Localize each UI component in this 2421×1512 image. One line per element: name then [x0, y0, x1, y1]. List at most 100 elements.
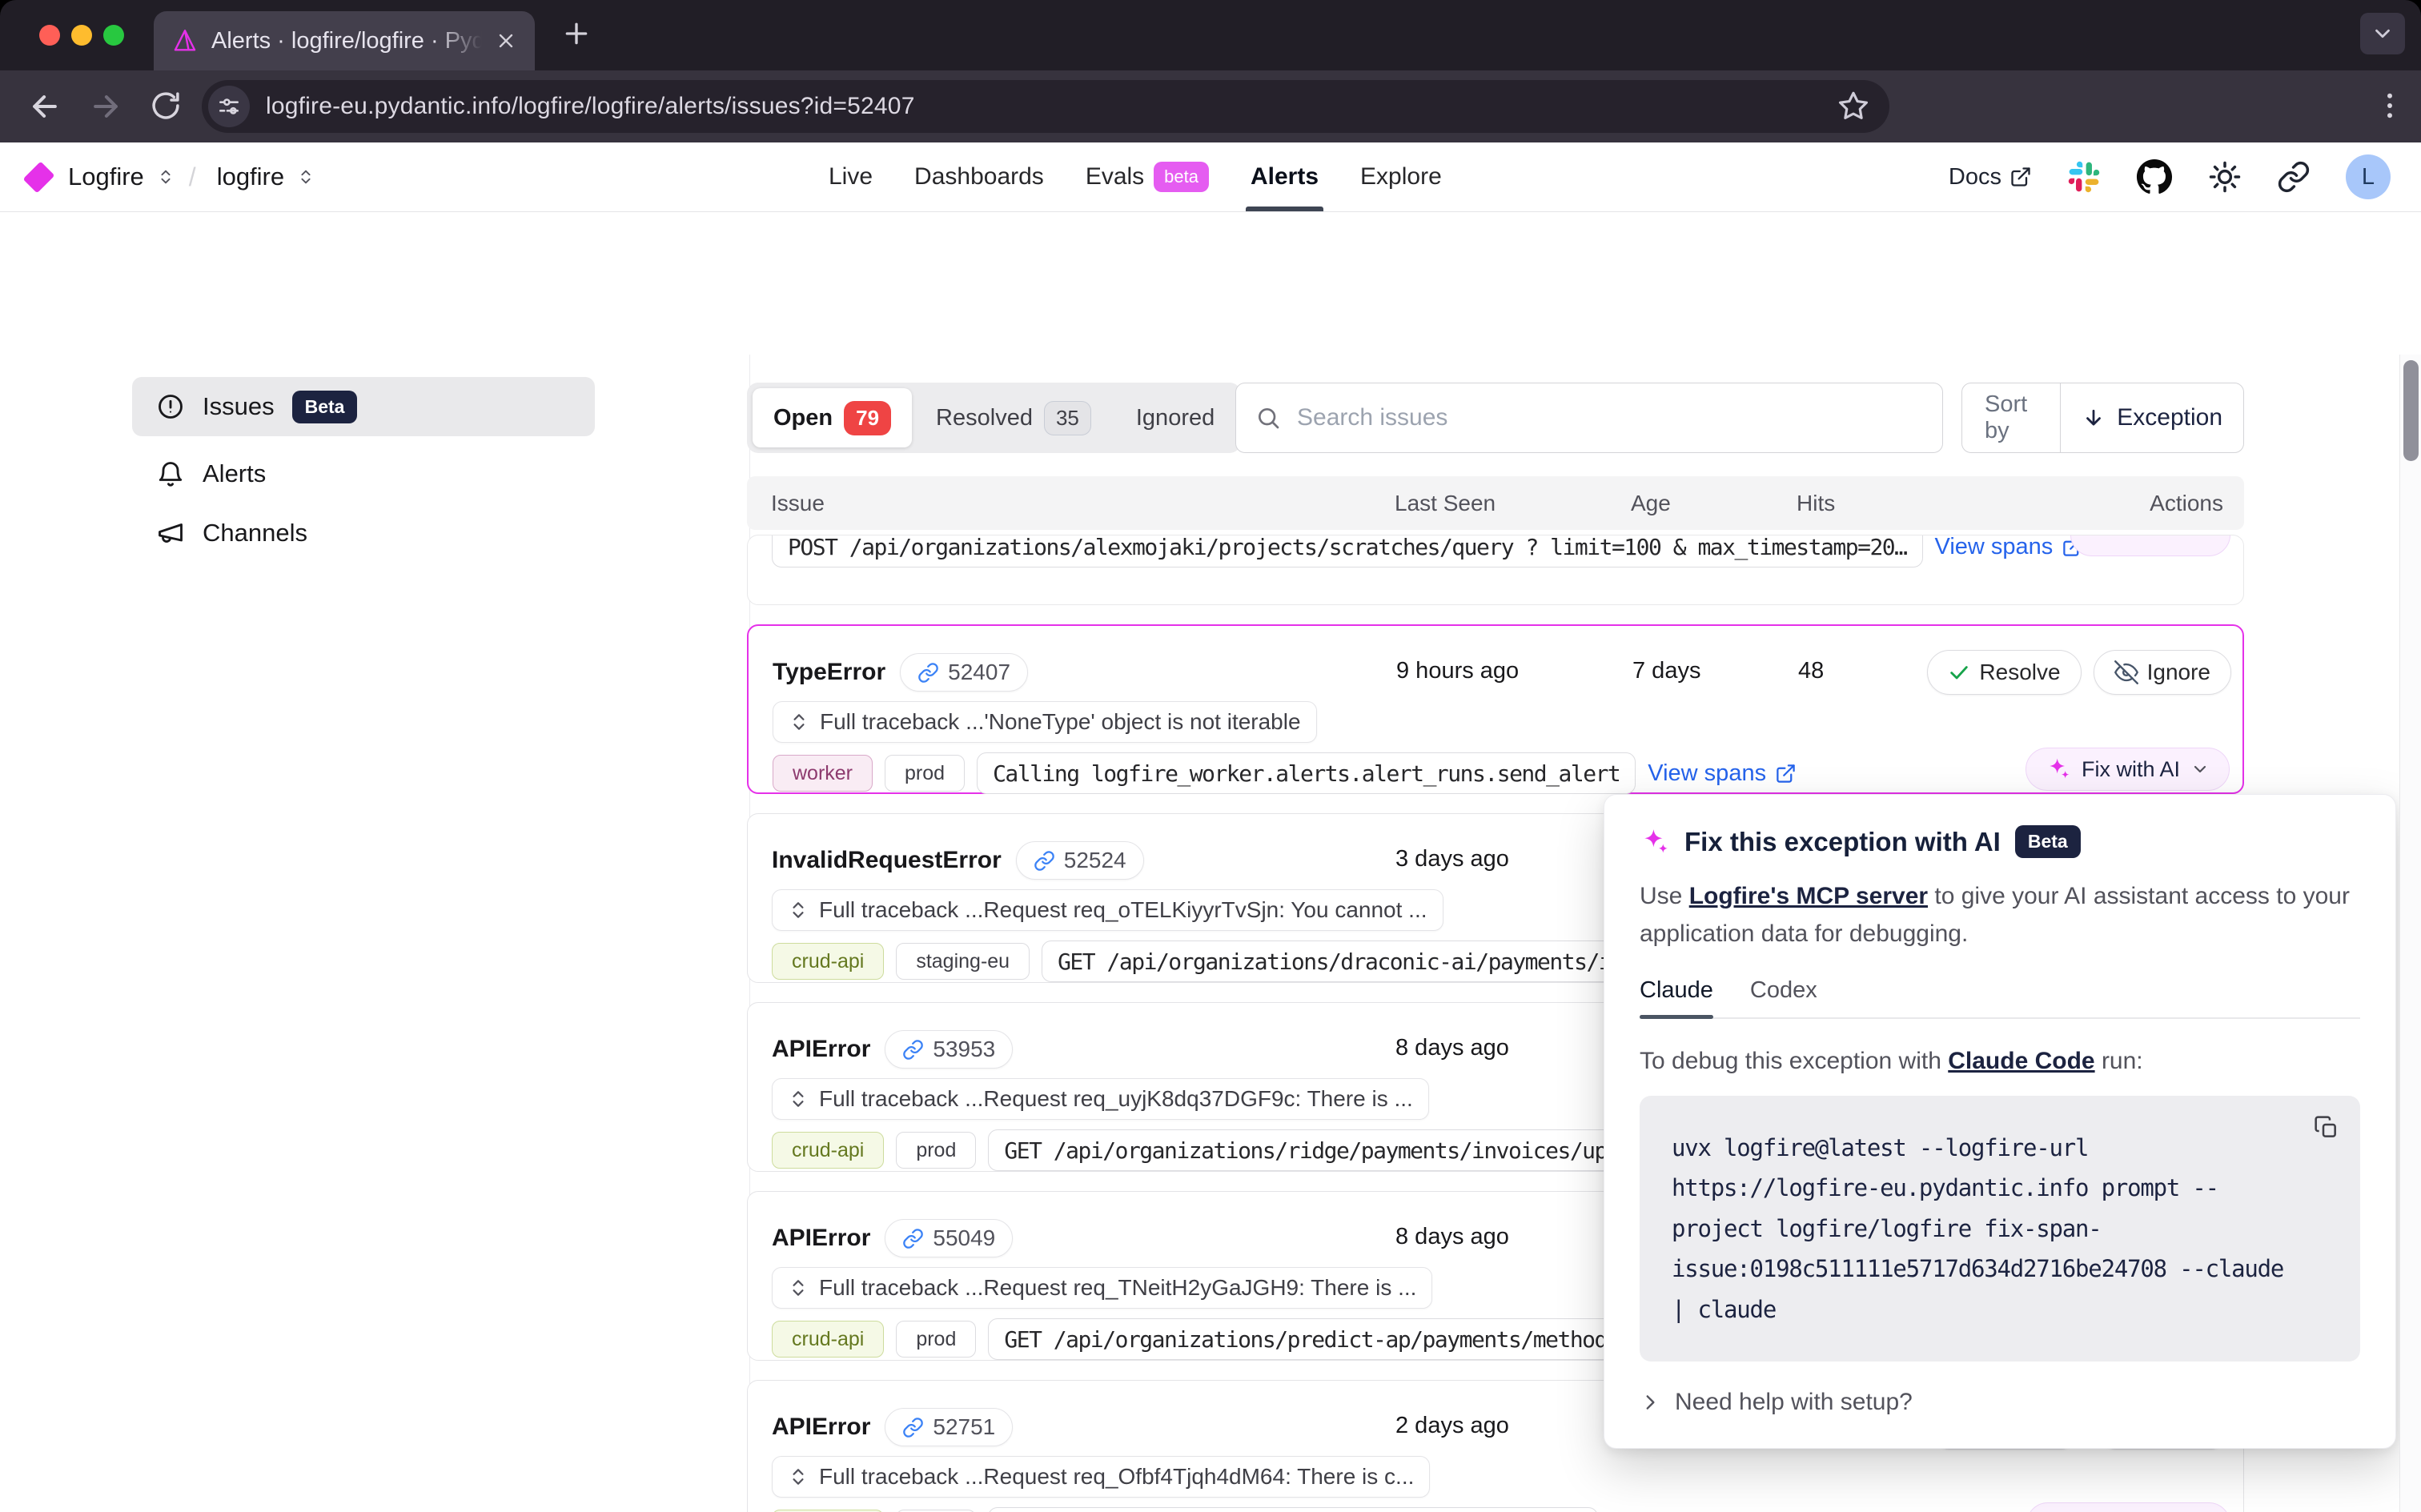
issue-hits: 48: [1798, 658, 1824, 684]
share-link-icon[interactable]: [2277, 160, 2311, 194]
assistant-tab-codex[interactable]: Codex: [1750, 977, 1817, 1017]
issue-id-pill[interactable]: 52751: [885, 1408, 1013, 1446]
route-pill[interactable]: GET /api/organizations/predict-ap/paymen…: [988, 1318, 1635, 1360]
tab-search-button[interactable]: [2360, 13, 2405, 54]
bookmark-star-icon[interactable]: [1837, 89, 1870, 122]
external-link-icon: [1775, 763, 1797, 784]
issue-name: APIError: [772, 1414, 870, 1441]
tab-live[interactable]: Live: [829, 142, 873, 211]
fix-with-ai-button-clipped[interactable]: [2070, 535, 2230, 556]
sidebar-item-issues[interactable]: IssuesBeta: [132, 377, 595, 436]
route-pill[interactable]: GET /api/organizations/tleyden/payments/…: [988, 1507, 1598, 1512]
slack-icon[interactable]: [2067, 160, 2101, 194]
tab-alerts[interactable]: Alerts: [1251, 142, 1319, 211]
traceback-pill[interactable]: Full traceback ...Request req_oTELKiyyrT…: [772, 889, 1443, 931]
traceback-pill[interactable]: Full traceback ...'NoneType' object is n…: [773, 701, 1317, 743]
browser-menu-icon[interactable]: [2373, 89, 2407, 122]
github-icon[interactable]: [2136, 158, 2173, 195]
filter-tab-ignored[interactable]: Ignored: [1115, 388, 1235, 447]
issue-last-seen: 9 hours ago: [1396, 658, 1519, 684]
site-settings-icon[interactable]: [208, 86, 250, 127]
fix-with-ai-button[interactable]: Fix with AI: [2026, 748, 2230, 791]
assistant-tabs: Claude Codex: [1640, 977, 2360, 1019]
filter-tab-resolved[interactable]: Resolved35: [915, 388, 1112, 447]
assistant-tab-claude[interactable]: Claude: [1640, 977, 1713, 1017]
resolve-button[interactable]: Resolve: [1927, 650, 2081, 695]
link-icon: [902, 1417, 924, 1438]
view-spans-link[interactable]: View spans: [1935, 535, 2084, 560]
popup-beta-badge: Beta: [2015, 825, 2081, 858]
eye-off-icon: [2114, 660, 2138, 684]
avatar[interactable]: L: [2346, 154, 2391, 199]
popup-debug-line: To debug this exception with Claude Code…: [1640, 1048, 2360, 1075]
issue-id-pill[interactable]: 55049: [885, 1219, 1013, 1257]
issue-id-pill[interactable]: 52407: [900, 653, 1028, 692]
traceback-pill[interactable]: Full traceback ...Request req_uyjK8dq37D…: [772, 1078, 1429, 1120]
new-tab-button[interactable]: [560, 18, 592, 50]
issue-row[interactable]: TypeError 52407 9 hours ago 7 days 48 Re…: [747, 624, 2244, 794]
issue-id-pill[interactable]: 53953: [885, 1030, 1013, 1069]
issue-id: 52751: [933, 1414, 995, 1440]
route-text: Calling logfire_worker.alerts.alert_runs…: [993, 760, 1620, 787]
tab-explore[interactable]: Explore: [1360, 142, 1442, 211]
mcp-server-link[interactable]: Logfire's MCP server: [1689, 883, 1928, 909]
route-text: GET /api/organizations/draconic-ai/payme…: [1058, 949, 1697, 975]
logfire-app: Logfire / logfire LiveDashboardsEvalsbet…: [0, 142, 2421, 1512]
route-pill[interactable]: Calling logfire_worker.alerts.alert_runs…: [977, 752, 1636, 794]
env-badge: prod: [896, 1321, 976, 1358]
traceback-pill[interactable]: Full traceback ...Request req_TNeitH2yGa…: [772, 1267, 1432, 1309]
sort-control[interactable]: Sort by Exception: [1961, 383, 2244, 453]
copy-button[interactable]: [2314, 1115, 2339, 1143]
browser-tab[interactable]: Alerts · logfire/logfire · Pydant: [154, 11, 535, 70]
reload-button[interactable]: [149, 89, 183, 122]
popup-intro: Use Logfire's MCP server to give your AI…: [1640, 877, 2360, 953]
scrollbar-track[interactable]: [2399, 355, 2421, 1512]
route-text: POST /api/organizations/alexmojaki/proje…: [788, 535, 1907, 560]
back-button[interactable]: [27, 89, 62, 124]
sort-direction-icon[interactable]: [2082, 406, 2106, 430]
search-input[interactable]: [1295, 403, 1923, 432]
issue-name: TypeError: [773, 659, 885, 686]
issues-table-header: IssueLast SeenAgeHitsActions: [747, 476, 2244, 530]
org-selector[interactable]: Logfire: [68, 162, 144, 191]
claude-code-link[interactable]: Claude Code: [1948, 1048, 2094, 1074]
chevrons-up-down-icon: [788, 900, 809, 920]
forward-button[interactable]: [88, 89, 123, 124]
route-pill[interactable]: GET /api/organizations/ridge/payments/in…: [988, 1129, 1660, 1171]
search-icon: [1255, 405, 1281, 431]
route-text: GET /api/organizations/ridge/payments/in…: [1004, 1137, 1644, 1164]
window-close-button[interactable]: [39, 25, 60, 46]
url-field[interactable]: logfire-eu.pydantic.info/logfire/logfire…: [202, 80, 1889, 133]
issue-row-partial[interactable]: POST /api/organizations/alexmojaki/proje…: [747, 535, 2244, 605]
traceback-pill[interactable]: Full traceback ...Request req_Ofbf4Tjqh4…: [772, 1456, 1430, 1498]
search-box[interactable]: [1235, 383, 1943, 453]
tab-title: Alerts · logfire/logfire · Pydant: [211, 28, 482, 54]
filter-tab-open[interactable]: Open79: [753, 388, 912, 447]
tab-evals[interactable]: Evalsbeta: [1086, 142, 1209, 211]
scrollbar-thumb[interactable]: [2403, 360, 2419, 461]
issue-last-seen: 8 days ago: [1395, 1035, 1509, 1061]
tab-dashboards[interactable]: Dashboards: [914, 142, 1044, 211]
project-selector[interactable]: logfire: [217, 162, 284, 191]
window-zoom-button[interactable]: [103, 25, 124, 46]
fix-with-ai-button[interactable]: Fix with AI: [2026, 1502, 2230, 1512]
main-nav: Live Dashboards Evalsbeta Alerts Explore: [829, 142, 1442, 211]
beta-badge: beta: [1154, 162, 1209, 192]
view-spans-link[interactable]: View spans: [1648, 760, 1797, 787]
setup-help-toggle[interactable]: Need help with setup?: [1640, 1389, 2360, 1416]
tab-strip: Alerts · logfire/logfire · Pydant: [0, 0, 2421, 70]
route-pill[interactable]: POST /api/organizations/alexmojaki/proje…: [772, 535, 1923, 568]
theme-toggle-icon[interactable]: [2208, 160, 2242, 194]
issue-id-pill[interactable]: 52524: [1016, 841, 1144, 880]
sidebar-item-channels[interactable]: Channels: [132, 503, 595, 563]
app-header: Logfire / logfire LiveDashboardsEvalsbet…: [0, 142, 2421, 212]
window-minimize-button[interactable]: [71, 25, 92, 46]
count-badge: 79: [844, 401, 891, 435]
issue-id: 52524: [1064, 848, 1126, 873]
ignore-button[interactable]: Ignore: [2094, 650, 2231, 695]
project-selector-icon[interactable]: [297, 168, 315, 186]
docs-link[interactable]: Docs: [1949, 164, 2032, 191]
org-selector-icon[interactable]: [157, 168, 175, 186]
sidebar-item-alerts[interactable]: Alerts: [132, 444, 595, 503]
tab-close-icon[interactable]: [495, 30, 517, 52]
